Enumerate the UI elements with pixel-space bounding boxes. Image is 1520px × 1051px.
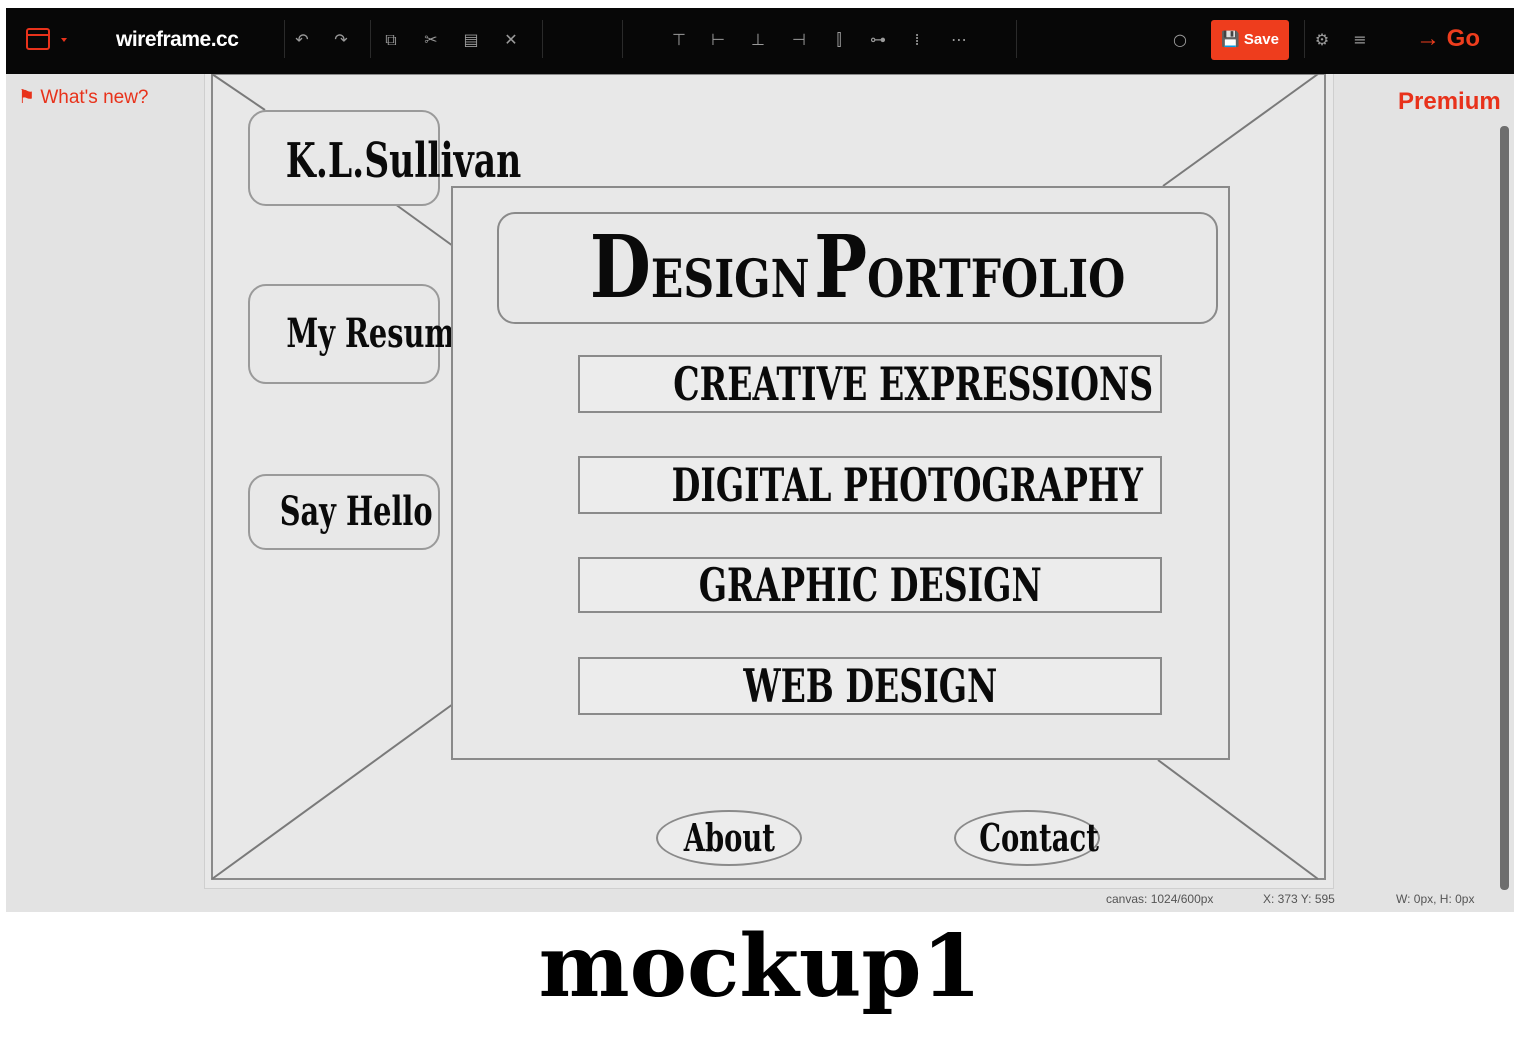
menu-item-graphic-design[interactable]: GRAPHIC DESIGN [578, 557, 1162, 613]
resume-label: My Resume [286, 310, 474, 357]
distribute-h-icon[interactable]: ⋯ [948, 30, 970, 50]
go-button[interactable]: → Go [1416, 25, 1480, 53]
flag-icon: ⚑ [18, 87, 36, 108]
align-bottom-icon[interactable]: ⊥ [747, 30, 769, 50]
divider [1304, 20, 1305, 58]
undo-icon[interactable]: ↶ [291, 30, 313, 50]
settings-icon[interactable]: ⚙ [1311, 30, 1333, 50]
save-label: Save [1243, 31, 1279, 48]
say-hello-label: Say Hello [279, 488, 433, 535]
brand-logo: wireframe.cc [116, 28, 239, 51]
menu-item-web-design[interactable]: WEB DESIGN [578, 657, 1162, 715]
align-right-icon[interactable]: ⊣ [788, 30, 810, 50]
save-button[interactable]: 💾 Save [1211, 20, 1289, 60]
whats-new-label: What's new? [40, 87, 149, 108]
redo-icon[interactable]: ↷ [330, 30, 352, 50]
resume-button[interactable]: My Resume [248, 284, 473, 384]
divider [542, 20, 543, 58]
list-icon[interactable]: ≡ [1349, 30, 1371, 50]
align-left-icon[interactable]: ⊢ [707, 30, 729, 50]
menu-item-label: GRAPHIC DESIGN [698, 558, 1042, 612]
arrow-right-icon: → [1416, 25, 1440, 52]
canvas-size-readout: canvas: 1024/600px [1106, 892, 1214, 906]
site-name: K.L.Sullivan [285, 133, 522, 189]
delete-icon[interactable]: ✕ [500, 30, 522, 50]
divider [370, 20, 371, 58]
align-center-v-icon[interactable]: ⫿ [828, 30, 850, 50]
app-menu-icon[interactable] [26, 28, 50, 50]
name-logo-box[interactable]: K.L.Sullivan [248, 110, 521, 206]
divider [1016, 20, 1017, 58]
cut-icon[interactable]: ✂ [420, 30, 442, 50]
menu-item-label: WEB DESIGN [743, 659, 997, 713]
about-label: About [683, 815, 775, 860]
go-label: Go [1446, 25, 1480, 52]
premium-link[interactable]: Premium [1398, 88, 1501, 116]
say-hello-button[interactable]: Say Hello [248, 474, 440, 550]
vertical-scrollbar[interactable] [1500, 126, 1509, 890]
divider [622, 20, 623, 58]
portfolio-title-box: DESIGN PORTFOLIO [497, 212, 1218, 324]
copy-icon[interactable]: ⧉ [380, 30, 402, 50]
selection-size-readout: W: 0px, H: 0px [1396, 892, 1475, 906]
align-center-h-icon[interactable]: ⊶ [867, 30, 889, 50]
about-button[interactable]: About [656, 810, 802, 866]
workspace: ⚑ What's new? Premium K.L.Sullivan My Re… [6, 74, 1514, 912]
save-icon: 💾 [1221, 31, 1240, 48]
chevron-down-icon[interactable] [61, 38, 67, 42]
toolbar: wireframe.cc ↶ ↷ ⧉ ✂ ▤ ✕ ⊤ ⊢ ⊥ ⊣ ⫿ ⊶ ⁞ ⋯… [6, 8, 1514, 74]
comment-icon[interactable]: ○ [1169, 30, 1191, 50]
divider [284, 20, 285, 58]
align-top-icon[interactable]: ⊤ [668, 30, 690, 50]
cursor-coords-readout: X: 373 Y: 595 [1263, 892, 1335, 906]
contact-label: Contact [979, 815, 1099, 860]
menu-item-digital-photography[interactable]: DIGITAL PHOTOGRAPHY [578, 456, 1162, 514]
portfolio-title: DESIGN PORTFOLIO [589, 217, 1126, 318]
distribute-v-icon[interactable]: ⁞ [906, 30, 928, 50]
menu-item-label: CREATIVE EXPRESSIONS [673, 357, 1154, 411]
contact-button[interactable]: Contact [954, 810, 1100, 866]
whats-new-link[interactable]: ⚑ What's new? [18, 86, 149, 109]
menu-item-label: DIGITAL PHOTOGRAPHY [671, 458, 1143, 512]
paste-icon[interactable]: ▤ [460, 30, 482, 50]
caption: mockup1 [0, 912, 1520, 1051]
menu-item-creative-expressions[interactable]: CREATIVE EXPRESSIONS [578, 355, 1162, 413]
